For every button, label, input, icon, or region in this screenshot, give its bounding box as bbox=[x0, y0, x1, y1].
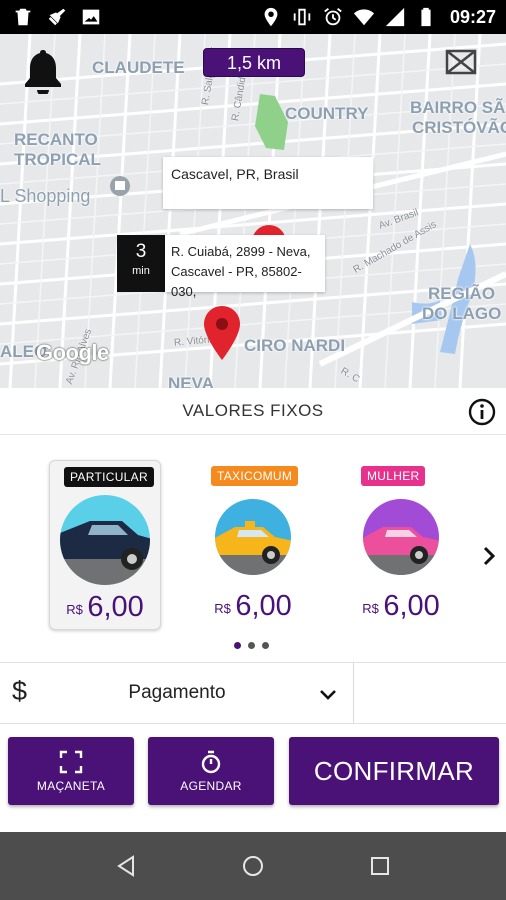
map-label-regiao: REGIÃO bbox=[428, 284, 496, 303]
map-label-country: COUNTRY bbox=[285, 104, 369, 123]
category-carousel[interactable]: PARTICULAR R$ 6,00 TAXICOMUM R$ 6,00 MUL… bbox=[0, 436, 506, 662]
carousel-dot bbox=[234, 642, 241, 649]
confirm-button[interactable]: CONFIRMAR bbox=[289, 737, 499, 805]
google-logo: Google bbox=[36, 340, 109, 365]
status-bar: 09:27 bbox=[0, 0, 506, 34]
carousel-dot bbox=[262, 642, 269, 649]
macaneta-label: MAÇANETA bbox=[36, 779, 106, 793]
image-icon bbox=[82, 9, 100, 25]
map-label-do-lago: DO LAGO bbox=[422, 304, 502, 323]
map-label-recanto: RECANTO bbox=[14, 130, 98, 149]
distance-badge: 1,5 km bbox=[203, 48, 305, 77]
macaneta-button[interactable]: MAÇANETA bbox=[8, 737, 134, 805]
broom-icon bbox=[48, 8, 66, 26]
home-icon[interactable] bbox=[241, 854, 265, 878]
alarm-icon bbox=[324, 8, 342, 26]
chevron-right-icon[interactable] bbox=[480, 544, 498, 568]
category-card-particular[interactable]: PARTICULAR R$ 6,00 bbox=[49, 460, 161, 630]
car-taxi-icon bbox=[215, 499, 291, 575]
vibrate-icon bbox=[293, 8, 311, 26]
map-label-cristovao: CRISTÓVÃO bbox=[412, 118, 506, 137]
street-grid bbox=[0, 34, 506, 388]
fullscreen-icon bbox=[59, 750, 83, 774]
carousel-indicator bbox=[234, 642, 269, 649]
car-mulher-icon bbox=[363, 499, 439, 575]
location-icon bbox=[264, 7, 278, 27]
category-badge: PARTICULAR bbox=[64, 467, 154, 487]
android-nav-bar bbox=[0, 832, 506, 900]
recents-icon[interactable] bbox=[368, 854, 392, 878]
car-particular-icon bbox=[60, 495, 150, 585]
agendar-button[interactable]: AGENDAR bbox=[148, 737, 274, 805]
eta-box: 3 min bbox=[117, 235, 165, 292]
category-card-taxicomum[interactable]: TAXICOMUM R$ 6,00 bbox=[197, 460, 309, 630]
category-badge: TAXICOMUM bbox=[211, 466, 299, 486]
destination-pin-icon[interactable] bbox=[204, 306, 240, 360]
payment-row[interactable]: $ Pagamento bbox=[0, 662, 506, 724]
category-price: R$ 6,00 bbox=[362, 590, 440, 622]
dollar-icon: $ bbox=[12, 676, 28, 706]
clock: 09:27 bbox=[449, 6, 496, 27]
eta-unit: min bbox=[132, 265, 150, 277]
map-label-bairro-sao: BAIRRO SÃO bbox=[410, 98, 506, 117]
payment-select[interactable]: Pagamento bbox=[44, 682, 310, 704]
category-price: R$ 6,00 bbox=[214, 590, 292, 622]
address-card[interactable]: R. Cuiabá, 2899 - Neva, Cascavel - PR, 8… bbox=[165, 235, 325, 299]
agendar-label: AGENDAR bbox=[180, 779, 242, 793]
category-badge: MULHER bbox=[361, 466, 426, 486]
category-card-mulher[interactable]: MULHER R$ 6,00 bbox=[345, 460, 457, 630]
map-label-shopping: L Shopping bbox=[0, 186, 91, 206]
fixed-values-header: VALORES FIXOS bbox=[0, 388, 506, 435]
location-off-icon[interactable] bbox=[444, 48, 478, 76]
signal-icon bbox=[385, 7, 405, 27]
map-label-claudete: CLAUDETE bbox=[92, 58, 185, 77]
battery-icon bbox=[421, 7, 431, 27]
back-icon[interactable] bbox=[114, 854, 138, 878]
action-bar: MAÇANETA AGENDAR CONFIRMAR bbox=[0, 724, 506, 832]
stopwatch-icon bbox=[201, 750, 221, 774]
chevron-down-icon[interactable] bbox=[318, 685, 338, 705]
notification-bell-icon[interactable] bbox=[22, 48, 64, 94]
eta-value: 3 bbox=[135, 241, 147, 262]
category-price: R$ 6,00 bbox=[66, 591, 144, 623]
info-icon[interactable] bbox=[468, 398, 496, 426]
map-label-tropical: TROPICAL bbox=[14, 150, 101, 169]
fixed-values-title: VALORES FIXOS bbox=[182, 401, 324, 420]
address-line-2: Cascavel - PR, 85802-030, bbox=[171, 264, 302, 299]
map-label-neva: NEVA bbox=[168, 374, 214, 388]
payment-extra-field[interactable] bbox=[354, 663, 506, 724]
city-card: Cascavel, PR, Brasil bbox=[163, 157, 373, 209]
map-label-ciro-nardi: CIRO NARDI bbox=[244, 336, 346, 355]
carousel-dot bbox=[248, 642, 255, 649]
address-line-1: R. Cuiabá, 2899 - Neva, bbox=[171, 244, 311, 259]
map-view[interactable]: CLAUDETE COUNTRY BAIRRO SÃO CRISTÓVÃO RE… bbox=[0, 34, 506, 388]
wifi-icon bbox=[353, 9, 375, 26]
trash-icon bbox=[15, 8, 31, 26]
